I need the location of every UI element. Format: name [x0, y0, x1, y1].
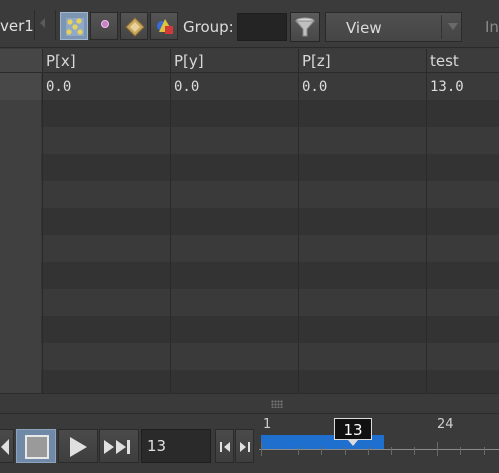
scroll-left-icon[interactable] [40, 18, 45, 28]
row-index-cell [0, 181, 41, 208]
play-reverse-button[interactable] [0, 429, 14, 463]
row-index-cell [0, 316, 41, 343]
table-row [0, 154, 499, 181]
table-row [0, 127, 499, 154]
spreadsheet-toolbar: ver1 Group: View In [0, 0, 499, 48]
view-dropdown[interactable]: View [325, 12, 462, 42]
column-header-py[interactable]: P[y] [170, 49, 298, 73]
table-row [0, 208, 499, 235]
play-icon [70, 437, 87, 457]
chevron-down-icon [448, 23, 458, 30]
toolbar-divider [34, 10, 35, 40]
table-row [0, 262, 499, 289]
step-forward-icon [240, 442, 250, 452]
column-divider[interactable] [426, 49, 427, 393]
timeline-tick [437, 442, 438, 456]
timeline-start-label: 1 [263, 417, 272, 432]
jump-to-end-icon [104, 440, 130, 454]
current-frame-input[interactable]: 13 [141, 429, 211, 463]
table-row [0, 100, 499, 127]
timeline-frame-label: 24 [437, 417, 454, 432]
cell-px[interactable]: 0.0 [46, 79, 71, 95]
table-row[interactable]: 0.0 0.0 0.0 13.0 [0, 73, 499, 100]
playbar: 13 1 24 13 [0, 414, 499, 473]
row-index-cell [0, 154, 41, 181]
timeline-tick [414, 447, 415, 455]
cell-test[interactable]: 13.0 [430, 79, 464, 95]
frame-cursor[interactable]: 13 [334, 418, 372, 440]
primitive-icon [125, 17, 145, 37]
play-button[interactable] [58, 429, 98, 463]
points-icon [66, 18, 84, 36]
timeline-tick [345, 447, 346, 455]
primitives-mode-button[interactable] [120, 12, 148, 40]
geometry-spreadsheet: 0.0 0.0 0.0 13.0 P[x] P[y] P[z] test [0, 49, 499, 393]
column-divider[interactable] [298, 49, 299, 393]
row-index-cell [0, 343, 41, 370]
table-row [0, 289, 499, 316]
column-header-pz[interactable]: P[z] [298, 49, 426, 73]
filter-icon [294, 17, 316, 37]
table-row [0, 181, 499, 208]
timeline-track [259, 449, 499, 450]
step-forward-button[interactable] [235, 429, 254, 463]
cell-py[interactable]: 0.0 [174, 79, 199, 95]
row-index-cell[interactable] [0, 73, 41, 100]
column-header-label: P[x] [46, 52, 76, 70]
row-index-cell [0, 208, 41, 235]
vertex-icon [101, 20, 109, 28]
current-frame-value: 13 [147, 437, 167, 455]
table-row [0, 235, 499, 262]
dropdown-divider [441, 15, 442, 39]
column-header-test[interactable]: test [426, 49, 499, 73]
points-mode-button[interactable] [60, 12, 88, 40]
column-header-label: test [430, 52, 459, 70]
detail-mode-button[interactable] [150, 12, 178, 40]
column-header-label: P[z] [302, 52, 331, 70]
vertices-mode-button[interactable] [90, 12, 118, 40]
row-index-cell [0, 370, 41, 393]
column-divider[interactable] [42, 49, 43, 393]
row-header-corner[interactable] [0, 49, 42, 73]
table-row [0, 370, 499, 393]
timeline-slider[interactable]: 1 24 13 [259, 414, 499, 473]
timeline-tick [391, 447, 392, 455]
row-index-cell [0, 127, 41, 154]
view-dropdown-label: View [346, 19, 382, 37]
cell-pz[interactable]: 0.0 [302, 79, 327, 95]
frame-cursor-label: 13 [343, 421, 363, 439]
filter-button[interactable] [290, 12, 320, 42]
table-row [0, 343, 499, 370]
timeline-tick [460, 447, 461, 455]
stop-button[interactable] [16, 429, 56, 463]
row-index-cell [0, 235, 41, 262]
group-input[interactable] [237, 13, 287, 41]
intrinsics-label[interactable]: In [485, 18, 499, 36]
column-divider[interactable] [170, 49, 171, 393]
play-reverse-icon [1, 439, 9, 455]
table-row [0, 316, 499, 343]
node-name-label: ver1 [0, 17, 34, 35]
stop-icon [25, 435, 49, 459]
row-index-cell [0, 262, 41, 289]
jump-to-end-button[interactable] [99, 429, 139, 463]
column-header-label: P[y] [174, 52, 204, 70]
timeline-tick [321, 447, 322, 455]
pane-splitter[interactable] [0, 393, 499, 414]
timeline-tick [298, 447, 299, 455]
step-back-button[interactable] [215, 429, 234, 463]
timeline-tick [484, 447, 485, 455]
drag-handle-icon[interactable] [271, 400, 283, 408]
step-back-icon [220, 442, 230, 452]
timeline-tick [368, 447, 369, 455]
frame-cursor-pointer-icon [348, 440, 358, 446]
toolbar-divider [55, 10, 56, 40]
row-index-cell [0, 100, 41, 127]
group-label: Group: [183, 18, 234, 36]
row-index-cell [0, 289, 41, 316]
detail-icon [157, 19, 173, 34]
timeline-tick [261, 442, 262, 456]
column-header-px[interactable]: P[x] [42, 49, 170, 73]
